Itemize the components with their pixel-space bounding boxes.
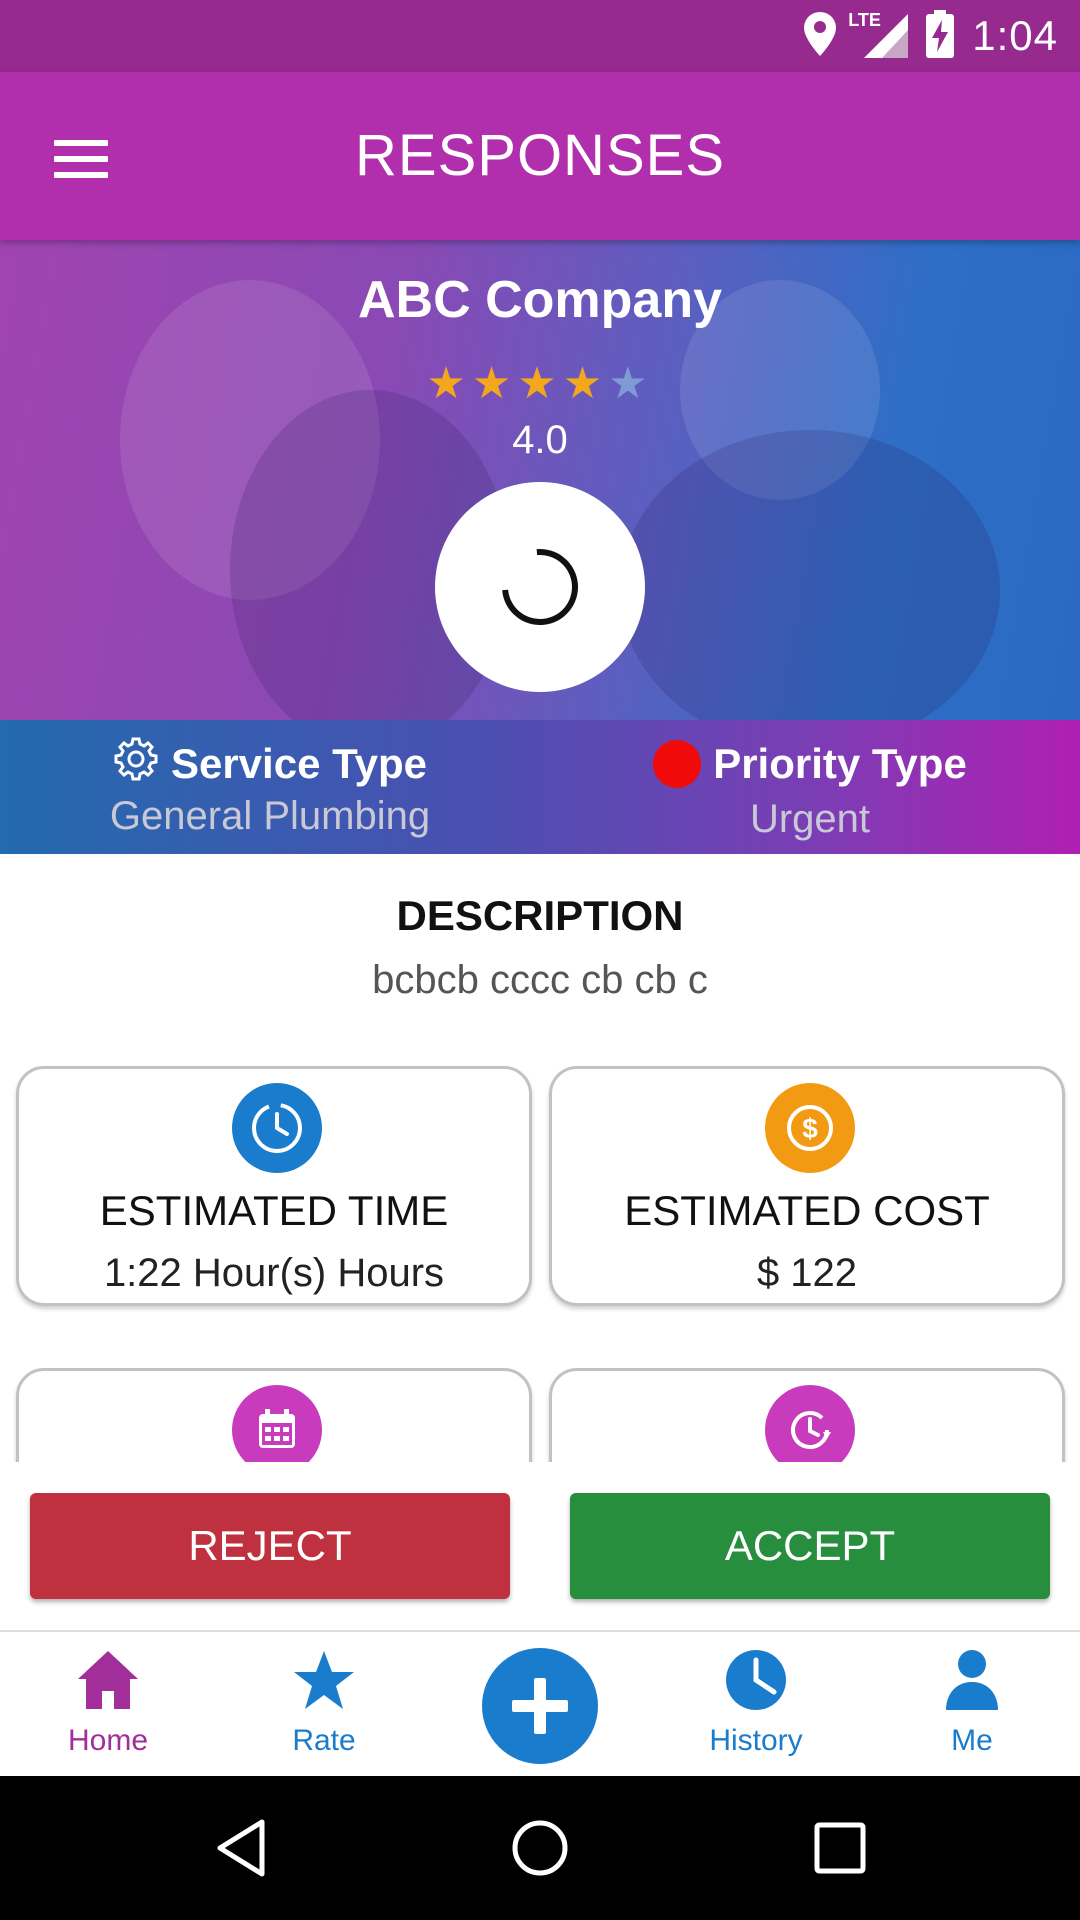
estimated-cost-value: $ 122 [756,1251,858,1295]
dollar-icon: $ [765,1083,855,1173]
clock-icon [232,1083,322,1173]
reject-button[interactable]: REJECT [30,1493,510,1599]
provider-hero: ABC Company ★★★★★ 4.0 [0,240,1080,720]
back-icon[interactable] [212,1818,272,1878]
estimated-time-card: ESTIMATED TIME 1:22 Hour(s) Hours [16,1066,532,1306]
nav-history-label: History [709,1724,803,1757]
star-icon [292,1649,356,1716]
battery-charging-icon [926,9,955,63]
recents-icon[interactable] [810,1818,870,1878]
nav-home[interactable]: Home [0,1642,216,1772]
home-icon [76,1649,140,1716]
status-bar: LTE 1:04 [0,0,1080,72]
nav-me-label: Me [951,1724,993,1757]
provider-avatar [435,482,645,692]
location-icon [804,11,837,61]
estimated-time-title: ESTIMATED TIME [99,1187,449,1234]
nav-rate-label: Rate [292,1724,356,1757]
gear-icon [113,736,159,792]
nav-me[interactable]: Me [864,1642,1080,1772]
svg-text:$: $ [802,1113,818,1144]
home-circle-icon[interactable] [510,1818,570,1878]
system-navigation-bar [0,1776,1080,1920]
page-title: RESPONSES [355,123,725,188]
nav-home-label: Home [67,1724,149,1757]
service-info-strip: Service Type General Plumbing Priority T… [0,720,1080,854]
provider-name: ABC Company [357,271,723,329]
rating-stars: ★★★★★ [0,358,1080,409]
star-icon: ★ [608,359,654,408]
star-icon: ★ [471,359,518,408]
app-bar: RESPONSES [0,72,1080,240]
rating-value: 4.0 [512,418,568,462]
star-icon: ★ [517,359,563,408]
status-icons: LTE 1:04 [804,0,1058,72]
loading-spinner-icon [486,533,594,641]
service-type-value: General Plumbing [109,794,431,838]
service-type-label: Service Type [170,740,428,787]
priority-type: Priority Type Urgent [540,738,1080,842]
estimated-time-value: 1:22 Hour(s) Hours [103,1251,445,1295]
description-heading: DESCRIPTION [396,892,684,939]
star-icon: ★ [426,359,472,408]
accept-button[interactable]: ACCEPT [570,1493,1050,1599]
service-type: Service Type General Plumbing [0,736,540,839]
history-icon [724,1648,788,1717]
status-time: 1:04 [972,12,1058,59]
estimated-cost-card: $ ESTIMATED COST $ 122 [549,1066,1065,1306]
hero-background-shape [620,430,1000,720]
person-icon [944,1648,1000,1717]
description-text: bcbcb cccc cb cb c [372,958,708,1002]
priority-type-label: Priority Type [713,740,967,787]
estimated-cost-title: ESTIMATED COST [624,1187,990,1234]
add-request-button[interactable] [482,1648,598,1764]
signal-icon: LTE [848,10,909,58]
nav-rate[interactable]: Rate [216,1642,432,1772]
star-icon: ★ [562,359,609,408]
nav-history[interactable]: History [648,1642,864,1772]
network-type-label: LTE [848,10,881,30]
priority-type-value: Urgent [749,797,871,841]
priority-dot-icon [653,740,702,788]
bottom-navigation: Home Rate History Me [0,1630,1080,1776]
